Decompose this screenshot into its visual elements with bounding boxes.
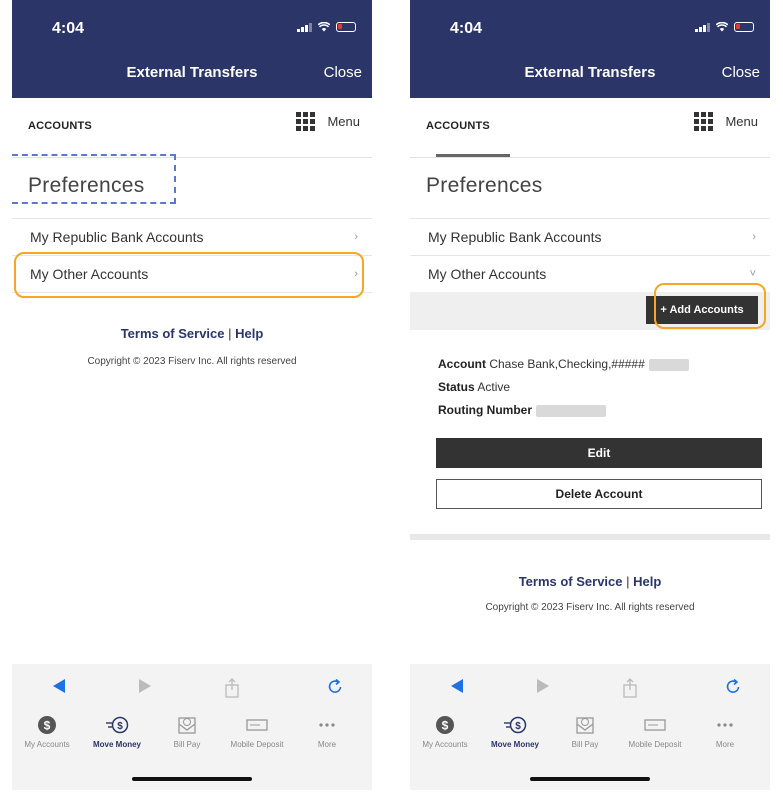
redacted-value xyxy=(536,404,606,417)
menu-label: Menu xyxy=(725,114,758,129)
chevron-right-icon: › xyxy=(752,231,756,243)
cellular-signal-icon xyxy=(695,22,710,32)
chevron-down-icon: ˅ xyxy=(749,268,756,280)
list-item-republic-accounts[interactable]: My Republic Bank Accounts › xyxy=(410,219,770,255)
phone-screen-left: 4:04 External Transfers Close ACCOUNTS M… xyxy=(12,0,372,790)
status-time: 4:04 xyxy=(450,20,483,37)
move-money-icon: $ xyxy=(480,714,550,736)
home-indicator xyxy=(530,777,650,781)
nav-item-my-accounts[interactable]: $ My Accounts xyxy=(410,714,480,749)
nav-item-move-money[interactable]: $ Move Money xyxy=(480,714,550,749)
nav-bar: External Transfers Close xyxy=(410,48,770,98)
help-link[interactable]: Help xyxy=(633,574,661,589)
wifi-icon xyxy=(318,22,330,32)
list-item-label: My Republic Bank Accounts xyxy=(428,229,602,245)
status-bar: 4:04 xyxy=(12,0,372,48)
menu-button[interactable]: Menu xyxy=(694,112,758,131)
back-arrow-icon[interactable] xyxy=(450,678,464,699)
browser-toolbar xyxy=(12,676,372,706)
copyright-text: Copyright © 2023 Fiserv Inc. All rights … xyxy=(87,356,297,367)
svg-text:$: $ xyxy=(442,719,449,733)
bill-pay-icon xyxy=(152,714,222,736)
back-arrow-icon[interactable] xyxy=(52,678,66,699)
bottom-app-nav: $ My Accounts $ Move Money Bill Pay Mobi… xyxy=(410,714,770,764)
tab-accounts[interactable]: ACCOUNTS xyxy=(28,120,92,132)
phone-screen-right: 4:04 External Transfers Close ACCOUNTS M… xyxy=(410,0,770,790)
nav-item-more[interactable]: More xyxy=(292,714,362,749)
page-title: External Transfers xyxy=(524,64,656,81)
forward-arrow-icon[interactable] xyxy=(138,678,152,699)
browser-toolbar xyxy=(410,676,770,706)
highlight-outline xyxy=(654,283,766,329)
mobile-deposit-icon xyxy=(222,714,292,736)
active-tab-indicator xyxy=(436,154,510,157)
page-title: External Transfers xyxy=(126,64,258,81)
menu-label: Menu xyxy=(327,114,360,129)
wifi-icon xyxy=(716,22,728,32)
copyright-text: Copyright © 2023 Fiserv Inc. All rights … xyxy=(485,602,695,613)
nav-item-bill-pay[interactable]: Bill Pay xyxy=(152,714,222,749)
status-time: 4:04 xyxy=(52,20,85,37)
chevron-right-icon: › xyxy=(354,231,358,243)
dollar-circle-icon: $ xyxy=(410,714,480,736)
nav-item-move-money[interactable]: $ Move Money xyxy=(82,714,152,749)
more-dots-icon xyxy=(690,714,760,736)
battery-icon xyxy=(336,22,356,32)
preferences-heading: Preferences xyxy=(28,174,145,197)
mobile-deposit-icon xyxy=(620,714,690,736)
nav-item-bill-pay[interactable]: Bill Pay xyxy=(550,714,620,749)
grid-menu-icon xyxy=(296,112,316,131)
forward-arrow-icon[interactable] xyxy=(536,678,550,699)
close-button[interactable]: Close xyxy=(324,64,362,81)
status-detail-row: Status Active xyxy=(438,380,511,394)
nav-item-my-accounts[interactable]: $ My Accounts xyxy=(12,714,82,749)
share-icon[interactable] xyxy=(224,678,240,703)
more-dots-icon xyxy=(292,714,362,736)
reload-icon[interactable] xyxy=(724,678,742,701)
dollar-circle-icon: $ xyxy=(12,714,82,736)
cellular-signal-icon xyxy=(297,22,312,32)
highlight-outline xyxy=(14,252,364,298)
footer-links: Terms of Service | Help xyxy=(120,326,264,341)
nav-item-mobile-deposit[interactable]: Mobile Deposit xyxy=(620,714,690,749)
help-link[interactable]: Help xyxy=(235,326,263,341)
status-bar: 4:04 xyxy=(410,0,770,48)
list-item-label: My Other Accounts xyxy=(428,266,547,282)
svg-text:$: $ xyxy=(44,719,51,733)
close-button[interactable]: Close xyxy=(722,64,760,81)
nav-item-mobile-deposit[interactable]: Mobile Deposit xyxy=(222,714,292,749)
list-item-label: My Republic Bank Accounts xyxy=(30,229,204,245)
move-money-icon: $ xyxy=(82,714,152,736)
nav-item-more[interactable]: More xyxy=(690,714,760,749)
bill-pay-icon xyxy=(550,714,620,736)
bottom-area: $ My Accounts $ Move Money Bill Pay Mobi… xyxy=(410,664,770,790)
account-detail-row: Account Chase Bank,Checking,##### xyxy=(438,357,689,371)
preferences-heading: Preferences xyxy=(426,174,543,197)
redacted-value xyxy=(648,358,689,371)
grid-menu-icon xyxy=(694,112,714,131)
tab-bar: ACCOUNTS Menu xyxy=(12,98,372,158)
svg-text:$: $ xyxy=(515,721,521,732)
share-icon[interactable] xyxy=(622,678,638,703)
terms-link[interactable]: Terms of Service xyxy=(519,574,623,589)
footer-links: Terms of Service | Help xyxy=(518,574,662,589)
list-item-republic-accounts[interactable]: My Republic Bank Accounts › xyxy=(12,219,372,255)
tab-bar: ACCOUNTS Menu xyxy=(410,98,770,158)
routing-detail-row: Routing Number xyxy=(438,403,606,417)
edit-button[interactable]: Edit xyxy=(436,438,762,468)
reload-icon[interactable] xyxy=(326,678,344,701)
bottom-app-nav: $ My Accounts $ Move Money Bill Pay Mobi… xyxy=(12,714,372,764)
home-indicator xyxy=(132,777,252,781)
menu-button[interactable]: Menu xyxy=(296,112,360,131)
section-divider xyxy=(410,534,770,540)
delete-account-button[interactable]: Delete Account xyxy=(436,479,762,509)
terms-link[interactable]: Terms of Service xyxy=(121,326,225,341)
battery-icon xyxy=(734,22,754,32)
tab-accounts[interactable]: ACCOUNTS xyxy=(426,120,490,132)
bottom-area: $ My Accounts $ Move Money Bill Pay Mobi… xyxy=(12,664,372,790)
svg-text:$: $ xyxy=(117,721,123,732)
nav-bar: External Transfers Close xyxy=(12,48,372,98)
